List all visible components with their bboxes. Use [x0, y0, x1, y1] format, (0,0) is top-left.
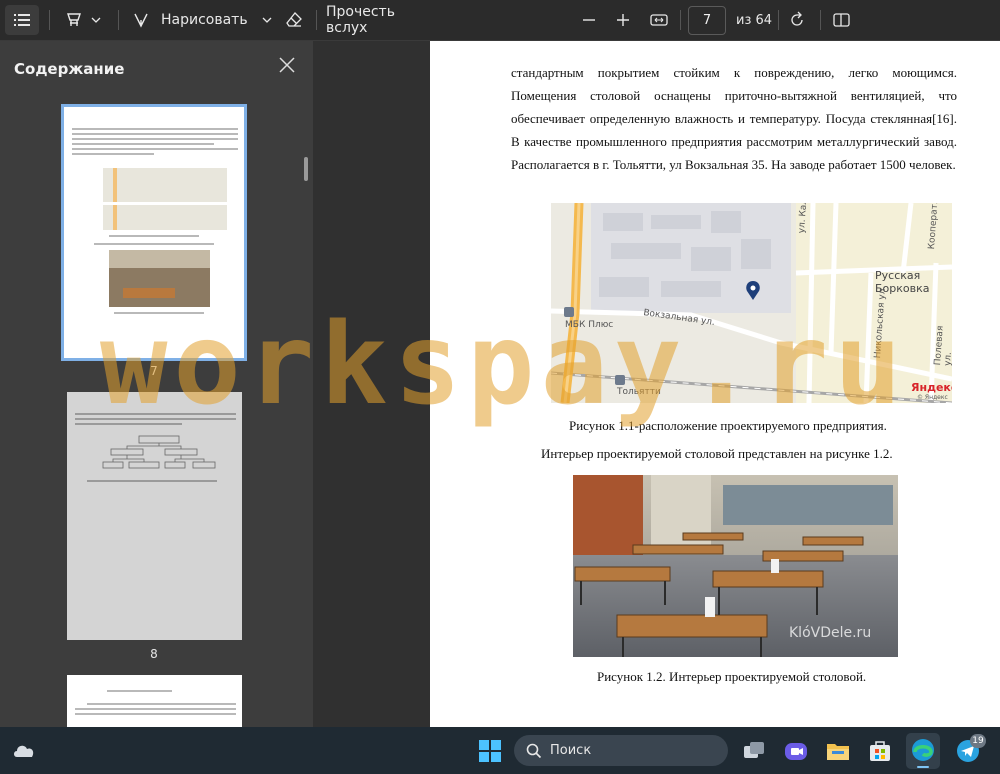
folder-icon	[827, 744, 849, 760]
page-number-input[interactable]: 7	[688, 6, 726, 35]
photo-watermark: KlóVDele.ru	[789, 625, 872, 641]
highlighter-icon	[67, 13, 81, 26]
body-paragraph: стандартным покрытием стойким к поврежде…	[511, 65, 957, 172]
thumbnail-text-lines	[64, 107, 244, 155]
thumbnail-text-lines	[67, 675, 242, 715]
erase-button[interactable]	[280, 5, 308, 35]
draw-button[interactable]: Нарисовать	[132, 5, 274, 35]
fit-width-icon	[650, 14, 668, 26]
read-aloud-button[interactable]: Прочесть вслух	[326, 4, 436, 36]
rotate-icon	[791, 11, 803, 26]
map-label: Тольятти	[617, 387, 661, 397]
figure-2-caption: Рисунок 1.2. Интерьер проектируемой стол…	[597, 669, 867, 684]
toolbar-divider	[316, 10, 317, 30]
minus-icon	[583, 19, 595, 21]
pdf-page: стандартным покрытием стойким к поврежде…	[430, 41, 1000, 727]
close-icon	[279, 57, 295, 73]
thumbnail-number: 7	[150, 364, 158, 378]
chat-app-button[interactable]	[782, 737, 810, 765]
page-total: из 64	[736, 13, 773, 28]
chevron-down-icon	[91, 17, 101, 23]
toolbar-divider	[49, 10, 50, 30]
taskbar-search[interactable]: Поиск	[514, 735, 728, 766]
search-label: Поиск	[550, 743, 592, 758]
pen-draw-icon	[134, 13, 148, 28]
document-area[interactable]: стандартным покрытием стойким к поврежде…	[313, 41, 1000, 727]
toolbar-divider	[118, 10, 119, 30]
weather-widget[interactable]	[10, 737, 38, 765]
location-map: МБК Плюс Вокзальная ул. ул. Калинина Коо…	[551, 203, 952, 403]
canteen-interior-photo: KlóVDele.ru	[573, 475, 898, 657]
yandex-logo: Яндекс	[911, 381, 952, 394]
figure-1-caption: Рисунок 1.1-расположение проектируемого …	[569, 418, 887, 433]
page-view-button[interactable]	[830, 5, 854, 35]
store-bag-icon	[870, 741, 890, 761]
toolbar: Нарисовать Прочесть вслух 7 из 64	[0, 0, 1000, 41]
plus-icon	[617, 14, 629, 26]
map-graphics	[551, 203, 952, 403]
two-page-icon	[833, 13, 850, 27]
list-icon	[14, 14, 30, 26]
thumbnail-map	[103, 168, 227, 230]
toolbar-divider	[778, 10, 779, 30]
toolbar-divider	[680, 10, 681, 30]
video-chat-icon	[785, 743, 807, 760]
contents-sidebar: Содержание 7 8	[0, 41, 313, 727]
draw-label: Нарисовать	[161, 12, 248, 28]
close-sidebar-button[interactable]	[277, 55, 297, 75]
figure-intro-text: Интерьер проектируемой столовой представ…	[541, 446, 893, 461]
rotate-button[interactable]	[785, 5, 809, 35]
map-label: Полевая ул.	[933, 325, 952, 367]
task-view-icon	[744, 742, 764, 758]
page-thumbnail-9[interactable]	[67, 675, 242, 727]
sidebar-title: Содержание	[14, 60, 125, 78]
fit-page-button[interactable]	[646, 5, 672, 35]
thumbnail-number: 8	[150, 647, 158, 661]
notification-badge: 19	[970, 734, 986, 748]
thumbnail-text-lines	[67, 392, 242, 425]
read-aloud-label: Прочесть вслух	[326, 4, 395, 36]
file-explorer-button[interactable]	[824, 737, 852, 765]
page-thumbnail-7[interactable]	[61, 104, 247, 361]
eraser-icon	[286, 12, 302, 27]
start-button[interactable]	[476, 737, 504, 765]
zoom-in-button[interactable]	[612, 5, 634, 35]
telegram-button[interactable]: 19	[954, 734, 986, 765]
contents-toggle-button[interactable]	[5, 5, 39, 35]
edge-browser-icon	[912, 739, 934, 768]
cloud-icon	[14, 745, 34, 757]
map-copyright: © Яндекс	[917, 394, 948, 401]
pdf-viewer-window: Нарисовать Прочесть вслух 7 из 64 Содерж…	[0, 0, 1000, 774]
taskbar: Поиск 19	[0, 727, 1000, 774]
edge-browser-button[interactable]	[906, 733, 940, 769]
chevron-down-icon	[262, 17, 272, 23]
store-button[interactable]	[866, 737, 894, 765]
map-label: МБК Плюс	[565, 320, 614, 330]
page-thumbnail-8[interactable]	[67, 392, 242, 640]
thumbnail-photo	[109, 250, 210, 307]
highlight-button[interactable]	[60, 5, 106, 35]
search-icon	[526, 743, 542, 759]
zoom-out-button[interactable]	[578, 5, 600, 35]
toolbar-divider	[820, 10, 821, 30]
windows-logo-icon	[479, 740, 501, 762]
sidebar-scrollbar[interactable]	[304, 157, 308, 181]
task-view-button[interactable]	[740, 737, 768, 765]
